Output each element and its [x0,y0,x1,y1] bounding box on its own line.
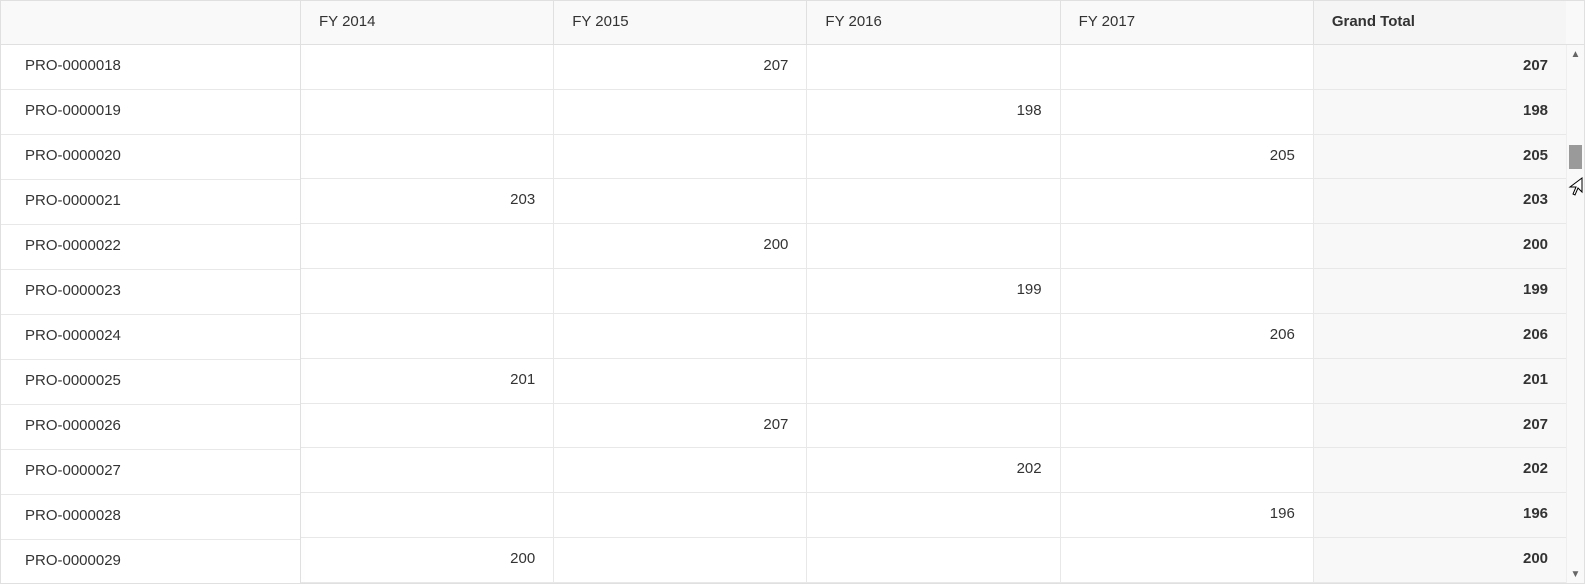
row-header[interactable]: PRO-0000028 [1,495,300,540]
table-row: 196 196 [301,493,1566,538]
cell-fy2015[interactable] [554,493,807,537]
cell-fy2016[interactable] [807,179,1060,223]
cell-fy2015[interactable]: 200 [554,224,807,268]
row-header[interactable]: PRO-0000020 [1,135,300,180]
data-area: 207 207 198 198 205 205 [301,45,1566,583]
cell-fy2015[interactable] [554,90,807,134]
table-row: 206 206 [301,314,1566,359]
corner-cell [1,1,301,44]
cell-fy2015[interactable] [554,269,807,313]
cell-fy2017[interactable] [1061,90,1314,134]
scroll-up-icon[interactable]: ▲ [1567,45,1584,63]
cell-fy2016[interactable] [807,359,1060,403]
cell-fy2017[interactable] [1061,179,1314,223]
table-row: 207 207 [301,45,1566,90]
vertical-scrollbar[interactable]: ▲ ▼ [1566,45,1584,583]
table-row: 203 203 [301,179,1566,224]
cell-fy2015[interactable] [554,359,807,403]
cell-total[interactable]: 196 [1314,493,1566,537]
cell-fy2015[interactable]: 207 [554,404,807,448]
cell-fy2015[interactable] [554,135,807,179]
cell-fy2017[interactable]: 206 [1061,314,1314,358]
col-header-grand-total[interactable]: Grand Total [1314,1,1566,44]
cell-fy2014[interactable] [301,314,554,358]
col-header-fy2016[interactable]: FY 2016 [807,1,1060,44]
cell-fy2014[interactable] [301,448,554,492]
cell-fy2016[interactable] [807,135,1060,179]
cell-fy2015[interactable] [554,314,807,358]
cell-total[interactable]: 200 [1314,224,1566,268]
cell-total[interactable]: 199 [1314,269,1566,313]
cell-total[interactable]: 202 [1314,448,1566,492]
pivot-table: FY 2014 FY 2015 FY 2016 FY 2017 Grand To… [0,0,1585,584]
cell-fy2016[interactable] [807,45,1060,89]
cell-fy2014[interactable] [301,135,554,179]
cell-total[interactable]: 206 [1314,314,1566,358]
table-row: 200 200 [301,538,1566,583]
cell-fy2017[interactable] [1061,538,1314,582]
cell-fy2016[interactable]: 199 [807,269,1060,313]
cell-fy2015[interactable] [554,179,807,223]
table-row: 198 198 [301,90,1566,135]
cell-fy2017[interactable] [1061,45,1314,89]
cell-fy2014[interactable]: 203 [301,179,554,223]
row-header[interactable]: PRO-0000024 [1,315,300,360]
row-header[interactable]: PRO-0000021 [1,180,300,225]
cell-fy2016[interactable]: 198 [807,90,1060,134]
cell-fy2016[interactable] [807,224,1060,268]
cell-fy2014[interactable] [301,404,554,448]
cell-fy2014[interactable]: 201 [301,359,554,403]
cell-total[interactable]: 207 [1314,404,1566,448]
cell-total[interactable]: 203 [1314,179,1566,223]
scroll-spacer [1566,1,1584,44]
row-header[interactable]: PRO-0000022 [1,225,300,270]
col-header-fy2015[interactable]: FY 2015 [554,1,807,44]
table-row: 205 205 [301,135,1566,180]
cell-total[interactable]: 205 [1314,135,1566,179]
cell-total[interactable]: 207 [1314,45,1566,89]
cell-total[interactable]: 200 [1314,538,1566,582]
cell-fy2015[interactable] [554,448,807,492]
table-row: 199 199 [301,269,1566,314]
cell-fy2014[interactable]: 200 [301,538,554,582]
cell-fy2014[interactable] [301,90,554,134]
col-header-fy2017[interactable]: FY 2017 [1061,1,1314,44]
cell-fy2016[interactable] [807,404,1060,448]
cell-fy2015[interactable] [554,538,807,582]
col-header-fy2014[interactable]: FY 2014 [301,1,554,44]
cell-fy2015[interactable]: 207 [554,45,807,89]
row-header[interactable]: PRO-0000027 [1,450,300,495]
cell-fy2017[interactable] [1061,269,1314,313]
cell-fy2017[interactable] [1061,404,1314,448]
row-header[interactable]: PRO-0000019 [1,90,300,135]
cell-fy2016[interactable]: 202 [807,448,1060,492]
row-header[interactable]: PRO-0000023 [1,270,300,315]
row-header[interactable]: PRO-0000025 [1,360,300,405]
cell-fy2016[interactable] [807,538,1060,582]
cell-fy2017[interactable] [1061,224,1314,268]
cell-fy2016[interactable] [807,493,1060,537]
table-row: 202 202 [301,448,1566,493]
column-headers-row: FY 2014 FY 2015 FY 2016 FY 2017 Grand To… [1,1,1584,45]
row-header[interactable]: PRO-0000026 [1,405,300,450]
cell-fy2014[interactable] [301,45,554,89]
table-row: 207 207 [301,404,1566,449]
cell-fy2014[interactable] [301,269,554,313]
cell-fy2016[interactable] [807,314,1060,358]
cell-fy2017[interactable] [1061,359,1314,403]
cell-fy2017[interactable]: 205 [1061,135,1314,179]
row-header[interactable]: PRO-0000029 [1,540,300,583]
table-row: 200 200 [301,224,1566,269]
table-row: 201 201 [301,359,1566,404]
cell-total[interactable]: 201 [1314,359,1566,403]
cell-fy2014[interactable] [301,493,554,537]
row-header[interactable]: PRO-0000018 [1,45,300,90]
cell-fy2014[interactable] [301,224,554,268]
scroll-down-icon[interactable]: ▼ [1567,565,1584,583]
cell-fy2017[interactable]: 196 [1061,493,1314,537]
cell-fy2017[interactable] [1061,448,1314,492]
row-headers-column: PRO-0000018 PRO-0000019 PRO-0000020 PRO-… [1,45,301,583]
scroll-thumb[interactable] [1569,145,1582,169]
cell-total[interactable]: 198 [1314,90,1566,134]
